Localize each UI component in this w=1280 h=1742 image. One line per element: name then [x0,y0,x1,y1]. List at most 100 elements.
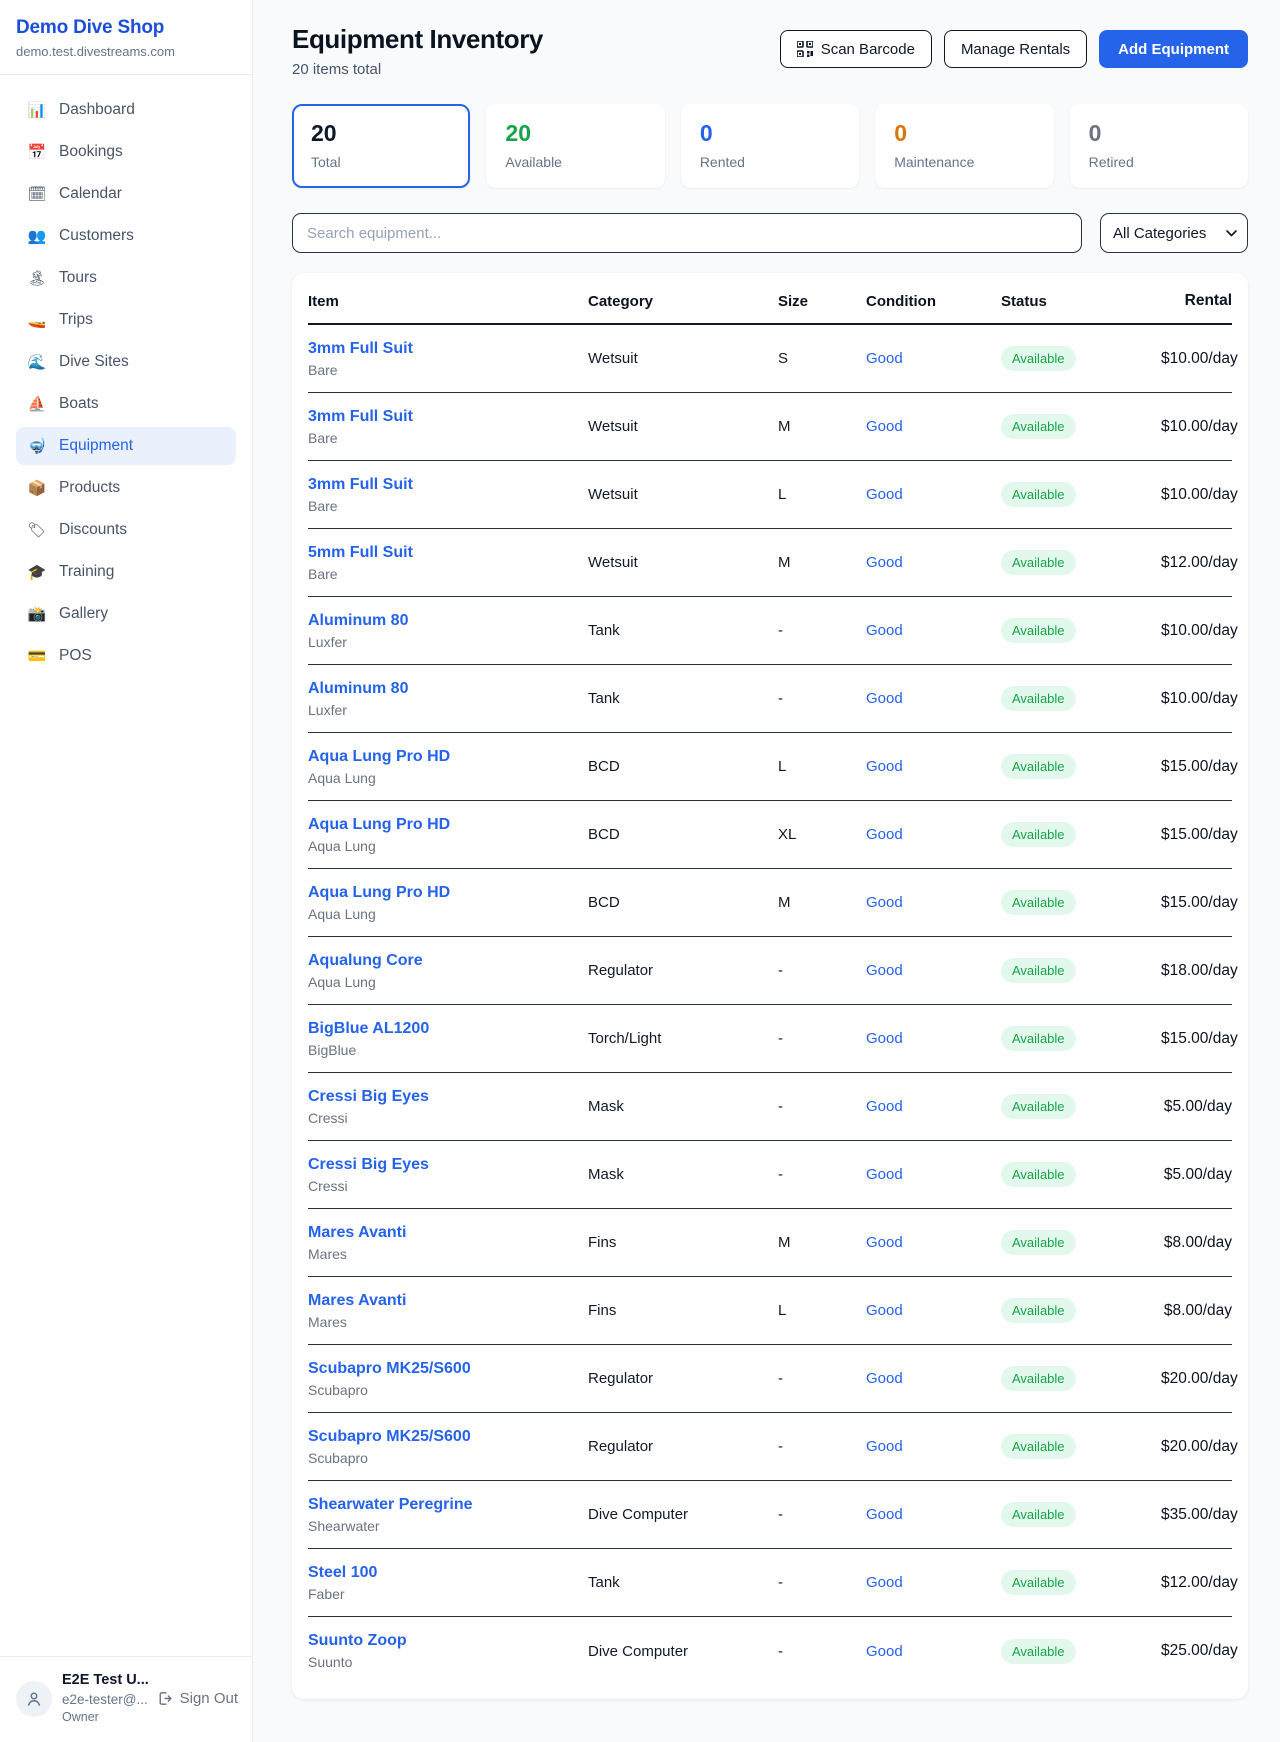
item-name-link[interactable]: Steel 100 [308,1564,588,1582]
item-name-link[interactable]: 5mm Full Suit [308,544,588,562]
item-condition-link[interactable]: Good [866,1370,1001,1387]
item-condition-link[interactable]: Good [866,1166,1001,1183]
item-brand: Faber [308,1586,588,1602]
item-rental-price: $15.00/day [1161,894,1238,912]
sidebar-item-boats[interactable]: ⛵ Boats [16,385,236,423]
main-content: Equipment Inventory 20 items total Scan … [253,0,1280,1742]
sign-out-button[interactable]: Sign Out [156,1690,238,1707]
item-name-link[interactable]: Cressi Big Eyes [308,1088,588,1106]
stat-card-rented[interactable]: 0 Rented [681,104,859,188]
item-rental-price: $10.00/day [1161,690,1238,708]
sidebar-item-trips[interactable]: 🚤 Trips [16,301,236,339]
add-equipment-button[interactable]: Add Equipment [1099,30,1248,68]
item-name-link[interactable]: Aluminum 80 [308,612,588,630]
sidebar-item-products[interactable]: 📦 Products [16,469,236,507]
item-condition-link[interactable]: Good [866,1030,1001,1047]
stat-card-total[interactable]: 20 Total [292,104,470,188]
item-size: M [778,418,866,435]
item-size: - [778,1098,866,1115]
item-condition-link[interactable]: Good [866,962,1001,979]
item-condition-link[interactable]: Good [866,1506,1001,1523]
item-name-link[interactable]: BigBlue AL1200 [308,1020,588,1038]
item-brand: Aqua Lung [308,974,588,990]
table-row: Mares Avanti Mares Fins M Good Available… [308,1209,1232,1277]
item-condition-link[interactable]: Good [866,758,1001,775]
avatar [16,1681,52,1717]
item-size: - [778,1166,866,1183]
package-icon: 📦 [27,479,47,497]
item-condition-link[interactable]: Good [866,826,1001,843]
scan-barcode-button[interactable]: Scan Barcode [780,30,932,68]
sidebar-item-discounts[interactable]: 🏷 Discounts [16,511,236,549]
item-category: Tank [588,690,778,707]
sidebar-item-pos[interactable]: 💳 POS [16,637,236,675]
item-condition-link[interactable]: Good [866,1234,1001,1251]
status-badge: Available [1001,686,1076,711]
sidebar-item-dashboard[interactable]: 📊 Dashboard [16,91,236,129]
item-condition-link[interactable]: Good [866,486,1001,503]
stat-value: 20 [505,121,645,146]
item-condition-link[interactable]: Good [866,894,1001,911]
category-select[interactable]: All Categories [1100,213,1248,253]
item-condition-link[interactable]: Good [866,690,1001,707]
search-input[interactable] [292,213,1082,253]
add-equipment-label: Add Equipment [1118,41,1229,58]
item-name-link[interactable]: 3mm Full Suit [308,408,588,426]
item-name-link[interactable]: Aluminum 80 [308,680,588,698]
status-badge: Available [1001,958,1076,983]
sidebar-item-gallery[interactable]: 📸 Gallery [16,595,236,633]
item-name-link[interactable]: Aqua Lung Pro HD [308,884,588,902]
item-condition-link[interactable]: Good [866,418,1001,435]
item-rental-price: $12.00/day [1161,554,1238,572]
item-condition-link[interactable]: Good [866,1098,1001,1115]
status-badge: Available [1001,414,1076,439]
item-size: - [778,1438,866,1455]
item-name-link[interactable]: Cressi Big Eyes [308,1156,588,1174]
stat-card-available[interactable]: 20 Available [486,104,664,188]
item-name-link[interactable]: Shearwater Peregrine [308,1496,588,1514]
sign-out-label: Sign Out [180,1690,238,1707]
item-size: - [778,1574,866,1591]
item-name-link[interactable]: Suunto Zoop [308,1632,588,1650]
sidebar-item-bookings[interactable]: 📅 Bookings [16,133,236,171]
item-condition-link[interactable]: Good [866,554,1001,571]
sidebar-item-calendar[interactable]: 🗓 Calendar [16,175,236,213]
table-row: Aqualung Core Aqua Lung Regulator - Good… [308,937,1232,1005]
graduation-cap-icon: 🎓 [27,563,47,581]
sidebar-item-training[interactable]: 🎓 Training [16,553,236,591]
sidebar-item-dive-sites[interactable]: 🌊 Dive Sites [16,343,236,381]
item-name-link[interactable]: Mares Avanti [308,1292,588,1310]
item-name-link[interactable]: Aqua Lung Pro HD [308,748,588,766]
item-name-link[interactable]: 3mm Full Suit [308,340,588,358]
item-name-link[interactable]: Aqua Lung Pro HD [308,816,588,834]
item-rental-price: $15.00/day [1161,1030,1238,1048]
table-row: Suunto Zoop Suunto Dive Computer - Good … [308,1617,1232,1685]
item-category: Tank [588,622,778,639]
item-name-link[interactable]: Scubapro MK25/S600 [308,1360,588,1378]
sidebar-item-equipment[interactable]: 🤿 Equipment [16,427,236,465]
sidebar-item-tours[interactable]: 🏝 Tours [16,259,236,297]
manage-rentals-button[interactable]: Manage Rentals [944,30,1087,68]
item-condition-link[interactable]: Good [866,350,1001,367]
item-name-link[interactable]: 3mm Full Suit [308,476,588,494]
brand-title[interactable]: Demo Dive Shop [16,17,236,39]
item-name-link[interactable]: Aqualung Core [308,952,588,970]
stat-card-maintenance[interactable]: 0 Maintenance [875,104,1053,188]
item-name-link[interactable]: Scubapro MK25/S600 [308,1428,588,1446]
table-row: 3mm Full Suit Bare Wetsuit M Good Availa… [308,393,1232,461]
item-condition-link[interactable]: Good [866,1302,1001,1319]
item-rental-price: $15.00/day [1161,826,1238,844]
item-name-link[interactable]: Mares Avanti [308,1224,588,1242]
item-condition-link[interactable]: Good [866,622,1001,639]
table-row: Cressi Big Eyes Cressi Mask - Good Avail… [308,1141,1232,1209]
sidebar-item-customers[interactable]: 👥 Customers [16,217,236,255]
status-badge: Available [1001,1570,1076,1595]
item-category: Dive Computer [588,1643,778,1660]
item-condition-link[interactable]: Good [866,1574,1001,1591]
item-condition-link[interactable]: Good [866,1643,1001,1660]
stat-card-retired[interactable]: 0 Retired [1070,104,1248,188]
status-badge: Available [1001,1026,1076,1051]
item-condition-link[interactable]: Good [866,1438,1001,1455]
person-icon [25,1690,43,1708]
speedboat-icon: 🚤 [27,311,47,329]
